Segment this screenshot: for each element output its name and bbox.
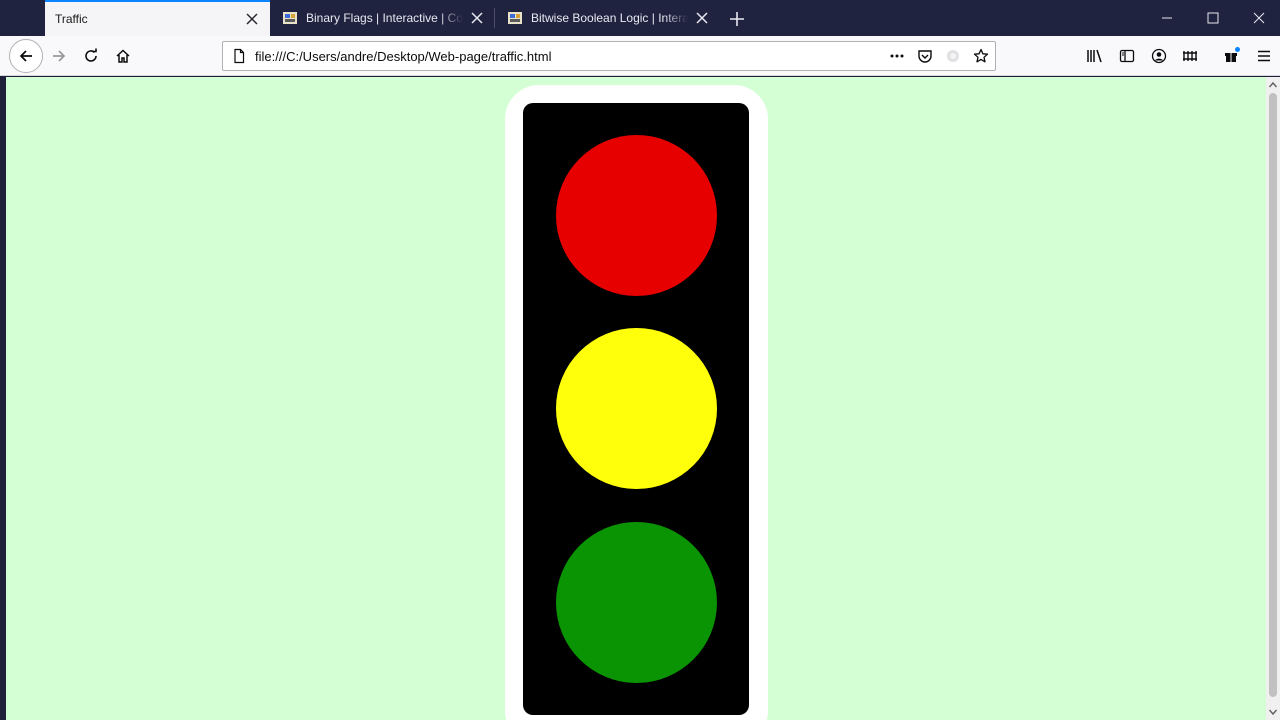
back-arrow-icon <box>19 50 32 62</box>
ellipsis-icon <box>890 54 904 58</box>
new-tab-button[interactable] <box>724 6 750 32</box>
scrollbar-thumb[interactable] <box>1269 93 1277 697</box>
url-bar[interactable] <box>222 41 996 71</box>
hamburger-menu-icon <box>1258 50 1270 62</box>
tab-traffic[interactable]: Traffic <box>45 0 270 36</box>
maximize-icon <box>1207 12 1219 24</box>
page-actions-button[interactable] <box>883 42 911 70</box>
tab-title: Bitwise Boolean Logic | Interactive <box>531 11 688 25</box>
library-icon <box>1087 49 1102 63</box>
minimize-button[interactable] <box>1144 0 1190 36</box>
red-light <box>556 135 717 296</box>
scroll-down-icon[interactable] <box>1266 705 1280 719</box>
green-light <box>556 522 717 683</box>
home-icon <box>116 49 130 63</box>
tab-title: Binary Flags | Interactive | Computer Sc… <box>306 11 463 25</box>
back-button[interactable] <box>9 39 43 73</box>
minimize-icon <box>1162 17 1172 19</box>
tab-title: Traffic <box>55 12 88 26</box>
forward-arrow-icon <box>53 50 66 62</box>
url-input[interactable] <box>255 48 883 64</box>
site-favicon-icon <box>507 10 523 26</box>
vertical-scrollbar[interactable] <box>1266 77 1280 720</box>
reload-icon <box>85 48 97 62</box>
whats-new-button[interactable] <box>1216 40 1248 72</box>
pocket-icon <box>918 50 932 63</box>
account-button[interactable] <box>1143 40 1175 72</box>
tab-bitwise-logic[interactable]: Bitwise Boolean Logic | Interactive <box>495 0 720 36</box>
library-button[interactable] <box>1079 40 1111 72</box>
close-icon[interactable] <box>242 9 262 29</box>
reload-button[interactable] <box>75 40 107 72</box>
forward-button[interactable] <box>43 40 75 72</box>
navigation-toolbar <box>0 36 1280 76</box>
close-icon[interactable] <box>467 8 487 28</box>
pocket-button[interactable] <box>911 42 939 70</box>
main-menu-button[interactable] <box>1248 40 1280 72</box>
site-favicon-icon <box>282 10 298 26</box>
page-content <box>6 77 1266 720</box>
extension-icon <box>1183 51 1197 61</box>
gift-icon <box>1225 47 1240 62</box>
yellow-light <box>556 328 717 489</box>
tab-binary-flags[interactable]: Binary Flags | Interactive | Computer Sc… <box>270 0 495 36</box>
extension-grid-button[interactable] <box>1175 40 1207 72</box>
scroll-up-icon[interactable] <box>1266 78 1280 92</box>
close-icon[interactable] <box>692 8 712 28</box>
bookmark-button[interactable] <box>967 42 995 70</box>
reader-view-icon <box>947 50 959 62</box>
reader-view-button[interactable] <box>939 42 967 70</box>
home-button[interactable] <box>107 40 139 72</box>
plus-icon <box>730 12 744 26</box>
close-window-button[interactable] <box>1236 0 1280 36</box>
page-icon <box>231 48 247 64</box>
sidebar-icon <box>1119 49 1135 63</box>
close-icon <box>1253 12 1265 24</box>
account-icon <box>1151 48 1167 64</box>
sidebar-button[interactable] <box>1111 40 1143 72</box>
tab-strip: Traffic Binary Flags | Interactive | Com… <box>0 0 1280 36</box>
star-icon <box>973 48 989 63</box>
maximize-button[interactable] <box>1190 0 1236 36</box>
